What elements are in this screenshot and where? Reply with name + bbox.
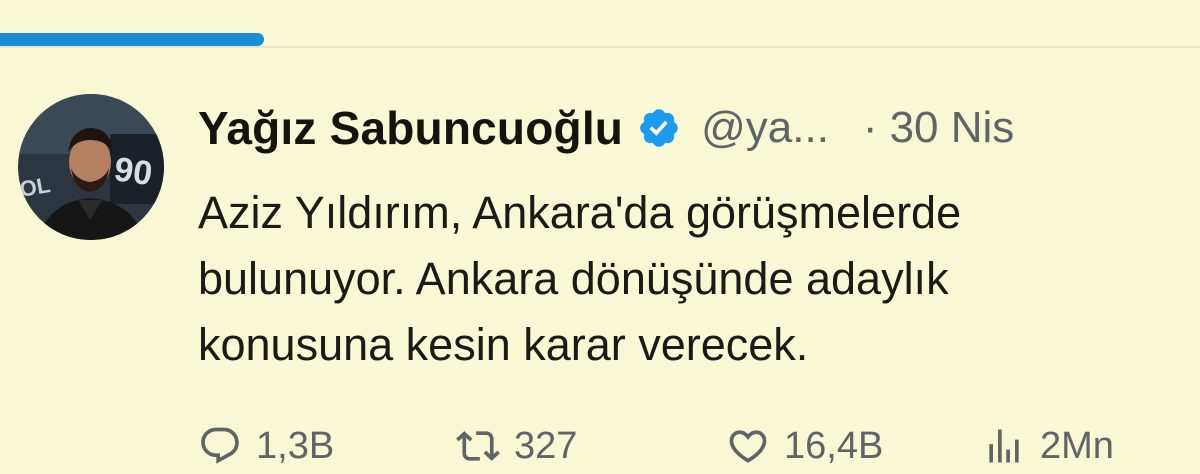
profile-photo-icon: 90 OL <box>18 94 164 240</box>
header-separator: · <box>862 103 878 152</box>
tweet-text-line: Aziz Yıldırım, Ankara'da görüşmelerde <box>198 187 962 238</box>
author-display-name[interactable]: Yağız Sabuncuoğlu <box>198 101 623 155</box>
repost-icon <box>456 431 500 461</box>
progress-bar <box>0 33 264 46</box>
repost-button[interactable]: 327 <box>456 424 577 468</box>
svg-text:90: 90 <box>112 150 155 193</box>
like-count: 16,4B <box>784 424 884 467</box>
avatar[interactable]: 90 OL <box>18 94 164 240</box>
tweet-header: Yağız Sabuncuoğlu @ya... · 30 Nis <box>198 96 1188 160</box>
verified-badge-icon <box>637 106 681 150</box>
tweet-date[interactable]: 30 Nis <box>890 103 1015 153</box>
reply-count: 1,3B <box>256 424 335 467</box>
svg-text:OL: OL <box>18 172 52 202</box>
like-button[interactable]: 16,4B <box>726 424 883 468</box>
tweet-text-line: bulunuyor. Ankara dönüşünde adaylık <box>198 253 949 304</box>
progress-track <box>0 46 1200 48</box>
author-handle[interactable]: @ya... <box>701 103 829 153</box>
tweet-actions: 1,3B 327 16,4B 2Mn <box>198 424 1188 474</box>
tweet-text: Aziz Yıldırım, Ankara'da görüşmelerde bu… <box>198 180 1188 378</box>
views-button[interactable]: 2Mn <box>982 424 1114 468</box>
views-icon <box>989 429 1019 463</box>
views-count: 2Mn <box>1040 424 1114 467</box>
reply-button[interactable]: 1,3B <box>198 424 334 468</box>
repost-count: 327 <box>514 424 578 467</box>
tweet-text-line: konusuna kesin karar verecek. <box>198 319 809 370</box>
reply-icon <box>201 427 239 464</box>
heart-icon <box>729 430 767 463</box>
